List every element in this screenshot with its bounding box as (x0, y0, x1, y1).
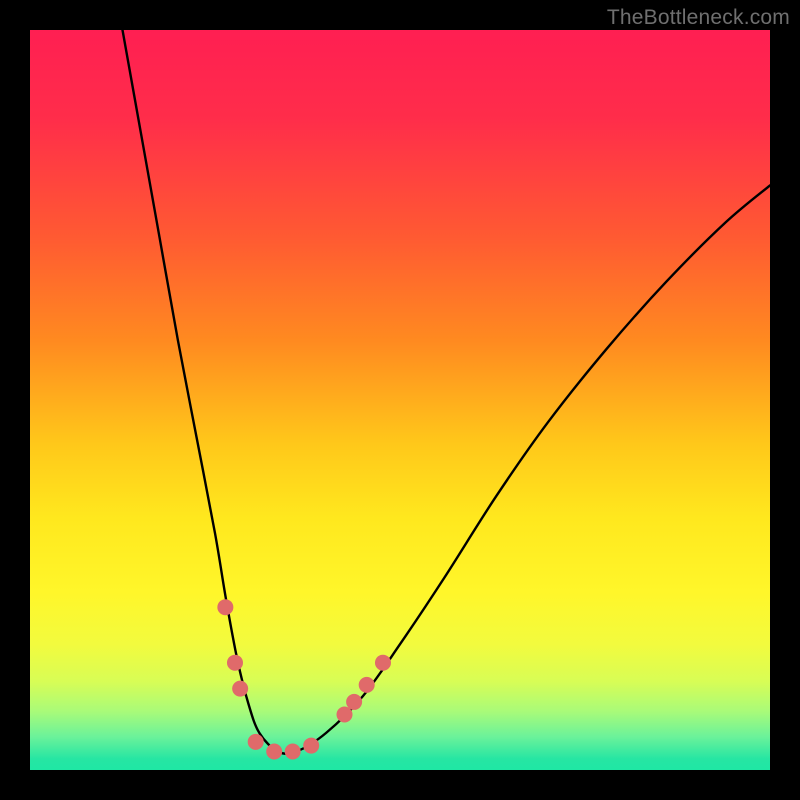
data-point-marker (248, 734, 264, 750)
data-point-marker (303, 738, 319, 754)
watermark-label: TheBottleneck.com (607, 6, 790, 30)
data-point-marker (232, 681, 248, 697)
data-point-marker (337, 707, 353, 723)
data-point-marker (227, 655, 243, 671)
curve-layer (30, 30, 770, 770)
data-point-marker (346, 694, 362, 710)
data-point-marker (217, 599, 233, 615)
bottleneck-curve (123, 30, 771, 754)
data-point-marker (266, 744, 282, 760)
chart-frame: TheBottleneck.com (0, 0, 800, 800)
plot-area (30, 30, 770, 770)
data-point-marker (375, 655, 391, 671)
curve-markers (217, 599, 391, 759)
data-point-marker (359, 677, 375, 693)
data-point-marker (285, 744, 301, 760)
